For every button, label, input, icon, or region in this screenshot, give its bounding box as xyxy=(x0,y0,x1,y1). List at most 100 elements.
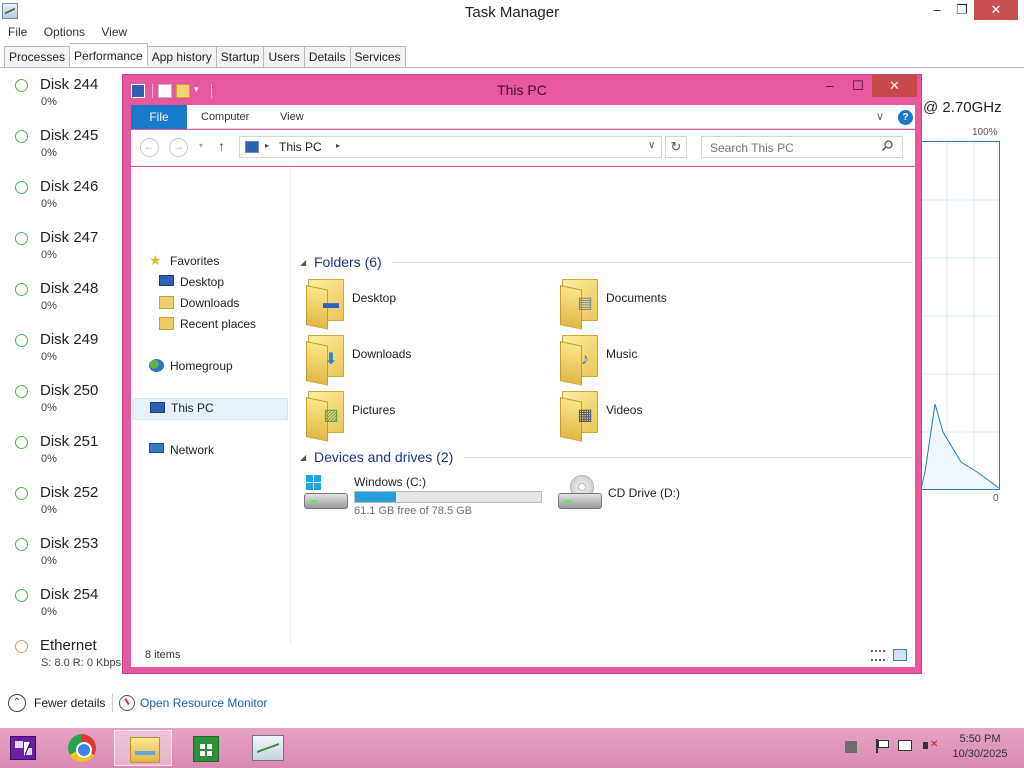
resource-item-disk-252[interactable]: Disk 252 0% xyxy=(0,480,124,531)
resource-name: Disk 248 xyxy=(40,280,99,297)
resource-item-disk-249[interactable]: Disk 249 0% xyxy=(0,327,124,378)
tiles-view-icon[interactable] xyxy=(893,649,907,661)
resource-value: 0% xyxy=(41,555,57,567)
resource-name: Disk 245 xyxy=(40,127,99,144)
resource-item-ethernet[interactable]: Ethernet S: 8.0 R: 0 Kbps xyxy=(0,633,124,684)
task-manager-maximize-button[interactable]: ❐ xyxy=(950,0,974,20)
action-center-flag-icon[interactable] xyxy=(874,738,890,754)
tab-services[interactable]: Services xyxy=(350,46,406,68)
task-manager-minimize-button[interactable]: – xyxy=(924,0,950,20)
forward-button[interactable]: → xyxy=(169,138,188,157)
nav-item-this-pc[interactable]: This PC xyxy=(133,398,288,420)
ribbon-tab-file[interactable]: File xyxy=(131,105,187,129)
resource-item-disk-247[interactable]: Disk 247 0% xyxy=(0,225,124,276)
taskbar-app-task-manager[interactable] xyxy=(238,730,296,766)
folder-label: Documents xyxy=(606,291,667,305)
resource-item-disk-244[interactable]: Disk 244 0% xyxy=(0,72,124,123)
address-dropdown-icon[interactable]: ∨ xyxy=(648,140,655,151)
volume-muted-icon[interactable] xyxy=(922,738,938,754)
footer-divider xyxy=(112,694,113,712)
resource-value: 0% xyxy=(41,351,57,363)
folder-tile-documents[interactable]: ▤ Documents xyxy=(554,277,794,330)
taskbar-app-store[interactable] xyxy=(176,730,234,766)
task-manager-close-button[interactable]: ✕ xyxy=(974,0,1018,20)
task-manager-titlebar[interactable]: Task Manager – ❐ ✕ xyxy=(0,0,1024,24)
group-header-devices-and-drives[interactable]: ◢ Devices and drives (2) xyxy=(300,446,912,468)
collapse-caret-icon[interactable]: ◢ xyxy=(300,258,306,267)
menu-options[interactable]: Options xyxy=(36,24,85,39)
resource-item-disk-246[interactable]: Disk 246 0% xyxy=(0,174,124,225)
tab-users[interactable]: Users xyxy=(264,46,305,68)
nav-item-downloads[interactable]: Downloads xyxy=(159,293,279,313)
resource-item-disk-251[interactable]: Disk 251 0% xyxy=(0,429,124,480)
mouse-cursor-icon xyxy=(24,742,30,756)
tab-startup[interactable]: Startup xyxy=(216,46,265,68)
nav-item-homegroup[interactable]: Homegroup xyxy=(149,356,269,376)
folder-tile-music[interactable]: ♪ Music xyxy=(554,333,794,386)
folder-tile-videos[interactable]: ▦ Videos xyxy=(554,389,794,442)
resource-item-disk-253[interactable]: Disk 253 0% xyxy=(0,531,124,582)
details-view-icon[interactable] xyxy=(871,650,885,661)
menu-view[interactable]: View xyxy=(93,24,127,39)
nav-item-favorites[interactable]: ★ Favorites xyxy=(149,251,269,271)
graph-max-label: 100% xyxy=(972,127,998,138)
search-input[interactable] xyxy=(701,136,903,158)
folder-label: Videos xyxy=(606,403,643,417)
downloads-icon xyxy=(159,296,174,309)
nav-item-network[interactable]: Network xyxy=(149,440,269,460)
resource-item-disk-245[interactable]: Disk 245 0% xyxy=(0,123,124,174)
tab-app-history[interactable]: App history xyxy=(147,46,217,68)
folder-tile-downloads[interactable]: ⬇ Downloads xyxy=(300,333,540,386)
nav-item-recent-places[interactable]: Recent places xyxy=(159,314,279,334)
ribbon-tab-computer[interactable]: Computer xyxy=(201,111,249,123)
recent-locations-icon[interactable]: ▾ xyxy=(199,141,203,150)
folder-tile-desktop[interactable]: ▬ Desktop xyxy=(300,277,540,330)
chevron-up-icon[interactable]: ⌃ xyxy=(8,694,26,712)
breadcrumb-this-pc[interactable]: This PC xyxy=(279,140,322,154)
nav-item-label: This PC xyxy=(171,401,214,415)
tab-performance[interactable]: Performance xyxy=(70,43,148,66)
open-resource-monitor-link[interactable]: Open Resource Monitor xyxy=(140,696,267,710)
resource-value: 0% xyxy=(41,96,57,108)
up-button[interactable]: ↑ xyxy=(218,138,225,154)
collapse-caret-icon[interactable]: ◢ xyxy=(300,453,306,462)
explorer-close-button[interactable]: ✕ xyxy=(872,75,917,97)
drive-tile-cd-d[interactable]: CD Drive (D:) xyxy=(552,471,802,527)
back-button[interactable]: ← xyxy=(140,138,159,157)
search-icon[interactable] xyxy=(882,140,893,151)
tab-details[interactable]: Details xyxy=(304,46,351,68)
nav-item-label: Network xyxy=(170,443,215,457)
nav-item-desktop[interactable]: Desktop xyxy=(159,272,279,292)
explorer-minimize-button[interactable]: – xyxy=(817,75,843,97)
group-header-folders[interactable]: ◢ Folders (6) xyxy=(300,251,912,273)
group-divider xyxy=(463,457,912,458)
help-icon[interactable]: ? xyxy=(898,110,913,125)
start-button[interactable] xyxy=(10,736,36,760)
expand-ribbon-icon[interactable]: ∨ xyxy=(876,110,884,123)
tab-processes[interactable]: Processes xyxy=(4,46,71,68)
resource-item-disk-248[interactable]: Disk 248 0% xyxy=(0,276,124,327)
clock-time: 5:50 PM xyxy=(959,733,1001,745)
menu-file[interactable]: File xyxy=(0,24,27,39)
desktop-icon xyxy=(159,275,174,286)
refresh-button[interactable]: ↻ xyxy=(665,136,687,158)
disk-activity-ring-icon xyxy=(15,436,28,449)
resource-item-disk-250[interactable]: Disk 250 0% xyxy=(0,378,124,429)
folder-tile-pictures[interactable]: ▨ Pictures xyxy=(300,389,540,442)
breadcrumb-chevron-icon[interactable]: ▸ xyxy=(265,141,269,150)
fewer-details-button[interactable]: Fewer details xyxy=(34,696,105,710)
address-bar[interactable]: ▸ This PC ▸ ∨ xyxy=(239,136,662,158)
explorer-maximize-button[interactable]: ☐ xyxy=(845,75,871,97)
drive-tile-windows-c[interactable]: Windows (C:) 61.1 GB free of 78.5 GB xyxy=(298,471,548,527)
this-pc-icon xyxy=(245,141,259,153)
stop-icon[interactable] xyxy=(845,741,857,753)
breadcrumb-chevron-icon[interactable]: ▸ xyxy=(336,141,340,150)
network-icon[interactable] xyxy=(898,740,912,751)
taskbar-app-file-explorer[interactable] xyxy=(114,730,172,766)
folder-label: Music xyxy=(606,347,638,361)
resource-item-disk-254[interactable]: Disk 254 0% xyxy=(0,582,124,633)
taskbar-app-chrome[interactable] xyxy=(52,730,110,766)
ribbon-tab-view[interactable]: View xyxy=(280,111,304,123)
clock[interactable]: 5:50 PM 10/30/2025 xyxy=(940,732,1020,762)
status-bar: 8 items xyxy=(131,645,915,667)
